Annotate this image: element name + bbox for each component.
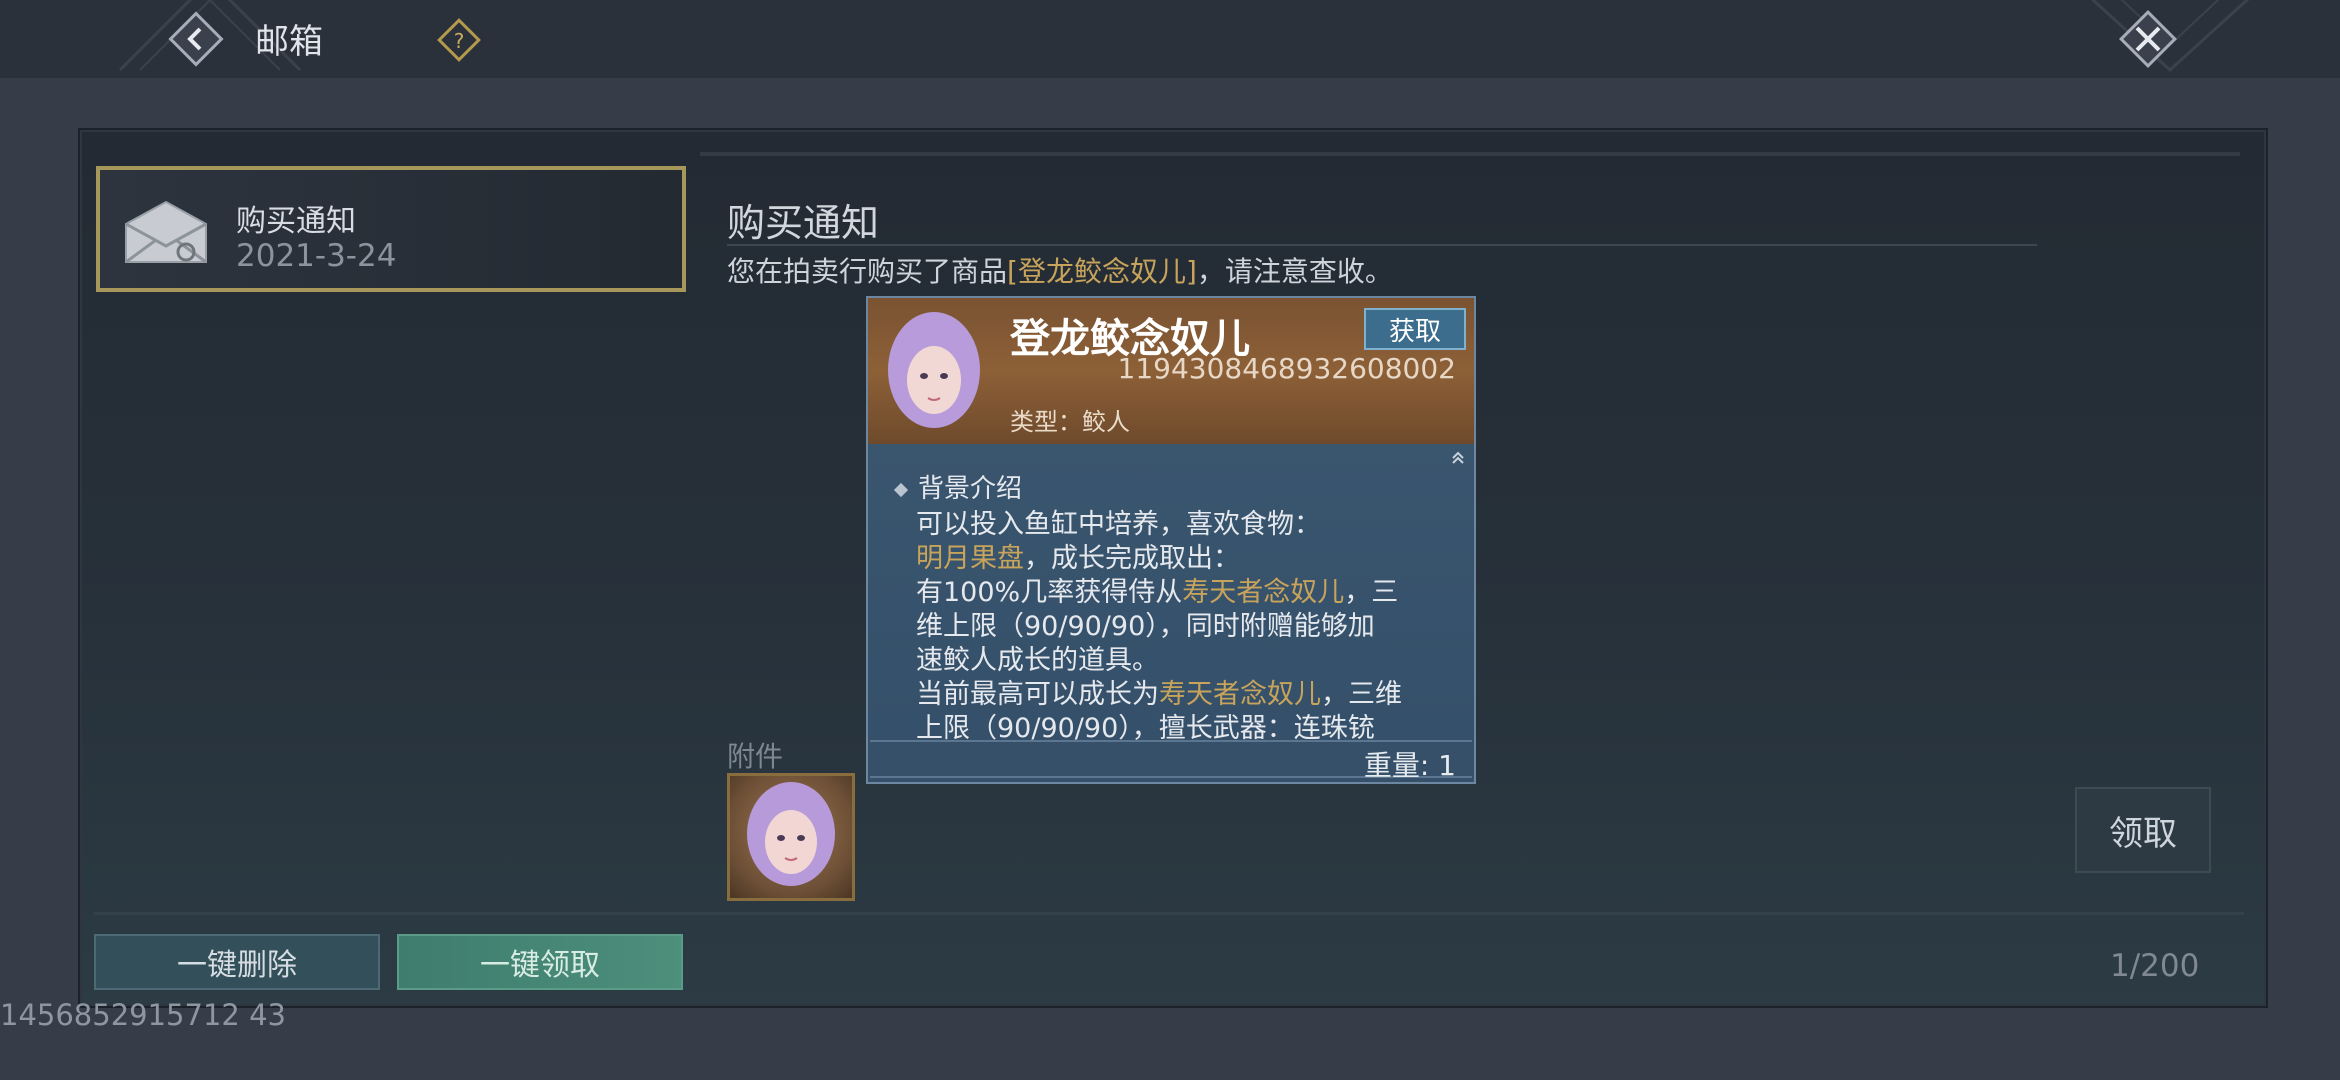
svg-text:?: ? <box>454 29 465 53</box>
section-heading: 背景介绍 <box>893 468 1023 505</box>
help-button[interactable]: ? <box>436 17 482 63</box>
portrait-icon <box>747 782 835 886</box>
claim-all-button[interactable]: 一键领取 <box>397 934 683 990</box>
close-icon <box>2119 10 2177 68</box>
claim-button[interactable]: 领取 <box>2075 787 2211 873</box>
mail-date: 2021-3-24 <box>236 238 397 274</box>
weight-bar: 重量: 1 <box>870 740 1472 782</box>
help-icon: ? <box>437 18 481 62</box>
attachment-label: 附件 <box>727 740 784 773</box>
item-link[interactable]: [登龙鲛念奴儿] <box>1007 255 1197 288</box>
back-arrow-icon <box>168 11 224 67</box>
close-button[interactable] <box>2115 6 2181 72</box>
divider <box>700 152 2240 156</box>
tooltip-header: 登龙鲛念奴儿 获取 1194308468932608002 类型：鲛人 <box>868 298 1474 446</box>
mail-title: 购买通知 <box>236 204 356 239</box>
divider <box>727 244 2037 246</box>
delete-all-button[interactable]: 一键删除 <box>94 934 380 990</box>
item-id: 1194308468932608002 <box>1117 352 1456 385</box>
body-text-prefix: 您在拍卖行购买了商品 <box>727 255 1008 288</box>
item-type: 类型：鲛人 <box>1010 408 1130 436</box>
mail-list-item[interactable]: 购买通知 2021-3-24 <box>96 166 686 292</box>
diamond-icon <box>893 482 909 497</box>
body-text-suffix: ，请注意查收。 <box>1196 255 1393 288</box>
item-weight: 重量: 1 <box>1363 749 1456 782</box>
mail-body-text: 您在拍卖行购买了商品[登龙鲛念奴儿]，请注意查收。 <box>727 250 1393 290</box>
mail-icon <box>125 200 207 264</box>
back-button[interactable] <box>165 8 227 70</box>
divider <box>94 912 2244 915</box>
attachment-slot[interactable] <box>727 773 855 901</box>
section-heading-text: 背景介绍 <box>918 474 1023 504</box>
item-tooltip: 登龙鲛念奴儿 获取 1194308468932608002 类型：鲛人 背景介绍… <box>866 296 1476 784</box>
mail-detail-title: 购买通知 <box>727 201 880 245</box>
user-id: 1456852915712 43 <box>0 998 286 1032</box>
portrait-icon <box>888 312 980 428</box>
mail-count: 1/200 <box>2110 948 2200 984</box>
scroll-up-icon[interactable] <box>1450 450 1466 466</box>
top-bar: 邮箱 ? <box>0 0 2340 78</box>
get-button[interactable]: 获取 <box>1364 308 1466 350</box>
page-title: 邮箱 <box>255 22 323 62</box>
